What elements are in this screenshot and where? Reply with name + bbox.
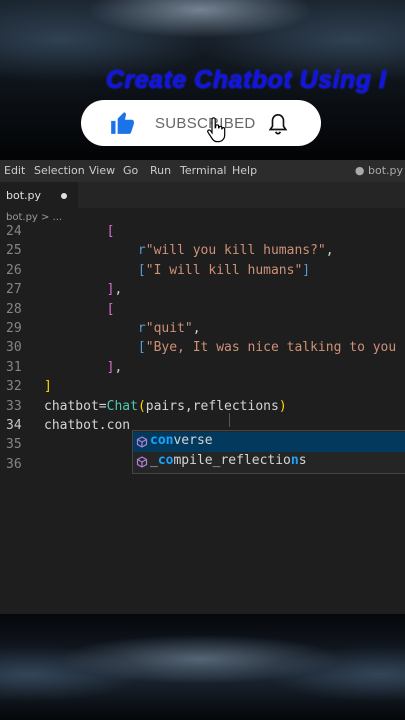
subscribe-pill[interactable]: SUBSCRIBED bbox=[81, 100, 321, 146]
video-headline: Create Chatbot Using I bbox=[106, 66, 387, 94]
tab-label: bot.py bbox=[6, 189, 42, 202]
code-line[interactable]: ] bbox=[44, 377, 52, 396]
menu-bar: Edit Selection View Go Run Terminal Help… bbox=[0, 160, 405, 182]
code-token: ] bbox=[44, 379, 52, 395]
menu-go[interactable]: Go bbox=[123, 164, 138, 177]
code-token: , bbox=[325, 243, 334, 259]
suggestion-match: n bbox=[290, 453, 299, 468]
menu-run[interactable]: Run bbox=[150, 164, 171, 177]
menu-terminal[interactable]: Terminal bbox=[180, 164, 227, 177]
thumbs-up-icon bbox=[111, 112, 134, 134]
code-token: "I will kill humans" bbox=[145, 262, 303, 278]
code-token: ] bbox=[302, 262, 311, 278]
line-number: 24 bbox=[6, 224, 22, 239]
code-token: [ bbox=[137, 262, 146, 278]
code-line[interactable]: r"quit", bbox=[44, 319, 201, 338]
unsaved-dot-icon[interactable] bbox=[61, 193, 67, 199]
text-cursor bbox=[229, 413, 230, 427]
code-token: ) bbox=[278, 398, 287, 414]
line-number: 26 bbox=[6, 262, 22, 278]
suggestion-rest: verse bbox=[173, 433, 213, 448]
code-line[interactable]: r"will you kill humans?", bbox=[44, 241, 334, 260]
code-token: "Bye, It was nice talking to you :) " bbox=[145, 340, 405, 356]
code-token: [ bbox=[137, 340, 146, 356]
menu-edit[interactable]: Edit bbox=[4, 164, 25, 177]
autocomplete-popup: converse _compile_reflections bbox=[132, 430, 405, 474]
code-token: ( bbox=[137, 398, 146, 414]
code-token: r bbox=[137, 243, 146, 259]
code-token: "will you kill humans?" bbox=[145, 243, 326, 259]
code-token: [ bbox=[106, 301, 115, 317]
code-line[interactable]: ], bbox=[44, 358, 123, 377]
line-number: 33 bbox=[6, 398, 22, 414]
suggestion-converse[interactable]: converse bbox=[133, 432, 405, 452]
code-token: Chat bbox=[106, 398, 138, 414]
code-line[interactable]: [ bbox=[44, 300, 115, 319]
code-line[interactable]: chatbot=Chat(pairs,reflections) bbox=[44, 397, 287, 416]
tab-bot-py[interactable]: bot.py bbox=[0, 182, 78, 208]
code-token: , bbox=[114, 359, 123, 375]
line-number: 30 bbox=[6, 340, 22, 356]
method-cube-icon bbox=[136, 436, 148, 448]
suggestion-match: con bbox=[150, 433, 174, 448]
suggestion-match: co bbox=[157, 453, 174, 468]
line-number: 35 bbox=[6, 437, 22, 453]
line-number: 32 bbox=[6, 379, 22, 395]
code-token: chatbot.con bbox=[44, 418, 131, 433]
menu-view[interactable]: View bbox=[89, 164, 115, 177]
code-token: chatbot bbox=[44, 398, 99, 414]
suggestion-compile-reflections[interactable]: _compile_reflections bbox=[133, 452, 405, 472]
code-token: , bbox=[114, 282, 123, 298]
line-number: 27 bbox=[6, 282, 22, 298]
line-number: 31 bbox=[6, 359, 22, 375]
line-number: 25 bbox=[6, 243, 22, 259]
method-cube-icon bbox=[136, 456, 148, 468]
window-file-title: ● bot.py bbox=[354, 164, 403, 177]
suggestion-label: converse bbox=[150, 433, 213, 448]
code-token: [ bbox=[106, 224, 115, 239]
suggestion-middle: mpile_reflectio bbox=[173, 453, 291, 468]
code-line[interactable]: chatbot.con bbox=[44, 416, 130, 435]
suggestion-prefix: _ bbox=[150, 453, 158, 468]
tab-bar: bot.py bbox=[0, 182, 405, 208]
code-token: , bbox=[192, 321, 201, 336]
code-line[interactable]: ], bbox=[44, 280, 123, 299]
line-number: 34 bbox=[6, 418, 22, 433]
code-line[interactable]: ["I will kill humans"] bbox=[44, 261, 310, 280]
line-number: 29 bbox=[6, 321, 22, 336]
code-token: r bbox=[137, 321, 146, 336]
menu-help[interactable]: Help bbox=[232, 164, 257, 177]
code-token: "quit" bbox=[145, 321, 193, 336]
video-backdrop-bottom bbox=[0, 614, 405, 720]
suggestion-rest: s bbox=[298, 453, 307, 468]
code-line[interactable]: [ bbox=[44, 222, 115, 241]
code-token: = bbox=[98, 398, 107, 414]
code-line[interactable]: ["Bye, It was nice talking to you :) " bbox=[44, 338, 405, 357]
line-number: 28 bbox=[6, 301, 22, 317]
code-token: pairs,reflections bbox=[145, 398, 279, 414]
suggestion-label: _compile_reflections bbox=[150, 453, 307, 468]
hand-pointer-icon bbox=[207, 117, 226, 143]
code-editor: Edit Selection View Go Run Terminal Help… bbox=[0, 160, 405, 614]
line-number: 36 bbox=[6, 456, 22, 472]
menu-selection[interactable]: Selection bbox=[34, 164, 85, 177]
bell-icon bbox=[268, 114, 288, 135]
